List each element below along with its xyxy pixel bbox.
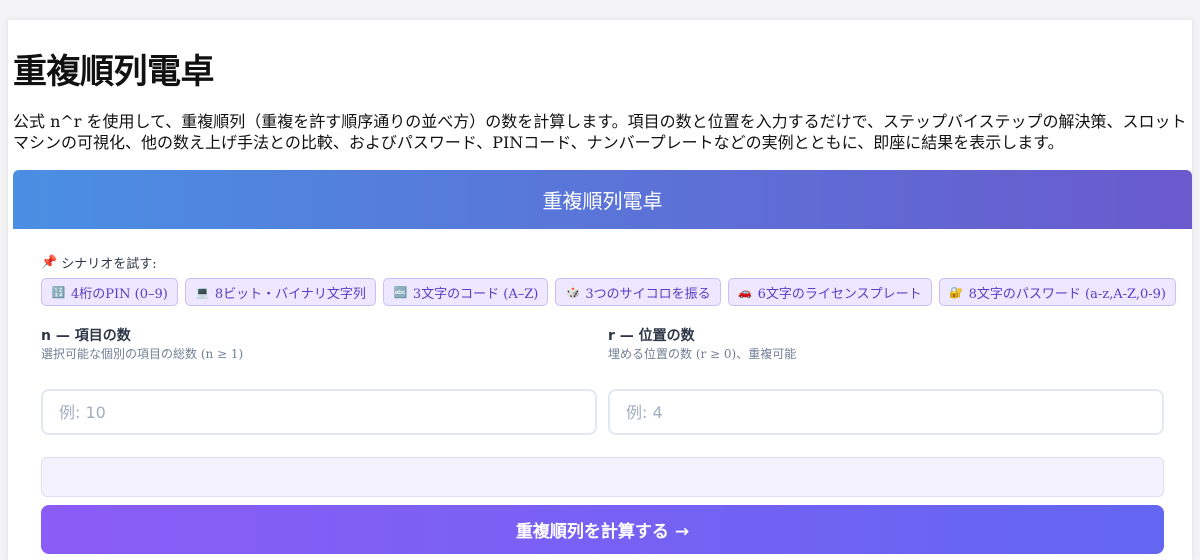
lock-icon: 🔐 bbox=[949, 285, 963, 299]
scenario-chip-password[interactable]: 🔐 8文字のパスワード (a-z,A-Z,0-9) bbox=[938, 278, 1176, 306]
scenario-label: 📌 シナリオを試す: bbox=[41, 253, 157, 272]
scenario-chip-binary[interactable]: 💻 8ビット・バイナリ文字列 bbox=[184, 278, 376, 306]
car-icon: 🚗 bbox=[738, 285, 752, 299]
scenario-chip-dice[interactable]: 🎲 3つのサイコロを振る bbox=[555, 278, 721, 306]
page-container: 重複順列電卓 公式 n^r を使用して、重複順列（重複を許す順序通りの並べ方）の… bbox=[8, 20, 1192, 560]
scenario-chip-code[interactable]: 🔤 3文字のコード (A–Z) bbox=[382, 278, 549, 306]
calculate-button[interactable]: 重複順列を計算する → bbox=[41, 505, 1164, 554]
page-title: 重複順列電卓 bbox=[13, 52, 215, 92]
n-field-label: n — 項目の数 bbox=[41, 328, 131, 344]
scenario-label-text: シナリオを試す: bbox=[61, 257, 157, 272]
scenario-chip-label: 8ビット・バイナリ文字列 bbox=[214, 286, 366, 302]
pushpin-icon: 📌 bbox=[41, 255, 58, 270]
scenario-chip-label: 4桁のPIN (0–9) bbox=[71, 286, 168, 302]
scenario-chip-label: 3文字のコード (A–Z) bbox=[412, 286, 539, 302]
calculator-header: 重複順列電卓 bbox=[13, 170, 1192, 229]
r-input[interactable] bbox=[608, 389, 1164, 435]
r-field-hint: 埋める位置の数 (r ≥ 0)、重複可能 bbox=[608, 347, 797, 361]
scenario-chip-pin[interactable]: 🔢 4桁のPIN (0–9) bbox=[41, 278, 178, 306]
scenario-chip-label: 6文字のライセンスプレート bbox=[757, 286, 922, 302]
intro-paragraph: 公式 n^r を使用して、重複順列（重複を許す順序通りの並べ方）の数を計算します… bbox=[13, 112, 1187, 152]
numbers-icon: 🔢 bbox=[51, 285, 66, 299]
r-field-label: r — 位置の数 bbox=[608, 328, 695, 344]
options-box[interactable] bbox=[41, 457, 1164, 497]
n-field-hint: 選択可能な個別の項目の総数 (n ≥ 1) bbox=[41, 347, 244, 361]
calculator-card: 重複順列電卓 📌 シナリオを試す: 🔢 4桁のPIN (0–9) 💻 8ビット・… bbox=[13, 170, 1192, 560]
calculator-title: 重複順列電卓 bbox=[542, 189, 663, 213]
scenario-chip-label: 8文字のパスワード (a-z,A-Z,0-9) bbox=[968, 286, 1166, 302]
n-input[interactable] bbox=[41, 389, 597, 435]
scenario-chip-plate[interactable]: 🚗 6文字のライセンスプレート bbox=[727, 278, 932, 306]
scenario-chip-label: 3つのサイコロを振る bbox=[585, 286, 711, 302]
scenario-chips: 🔢 4桁のPIN (0–9) 💻 8ビット・バイナリ文字列 🔤 3文字のコード … bbox=[41, 278, 1176, 306]
laptop-icon: 💻 bbox=[195, 285, 210, 299]
letters-icon: 🔤 bbox=[393, 285, 408, 299]
dice-icon: 🎲 bbox=[565, 285, 580, 299]
